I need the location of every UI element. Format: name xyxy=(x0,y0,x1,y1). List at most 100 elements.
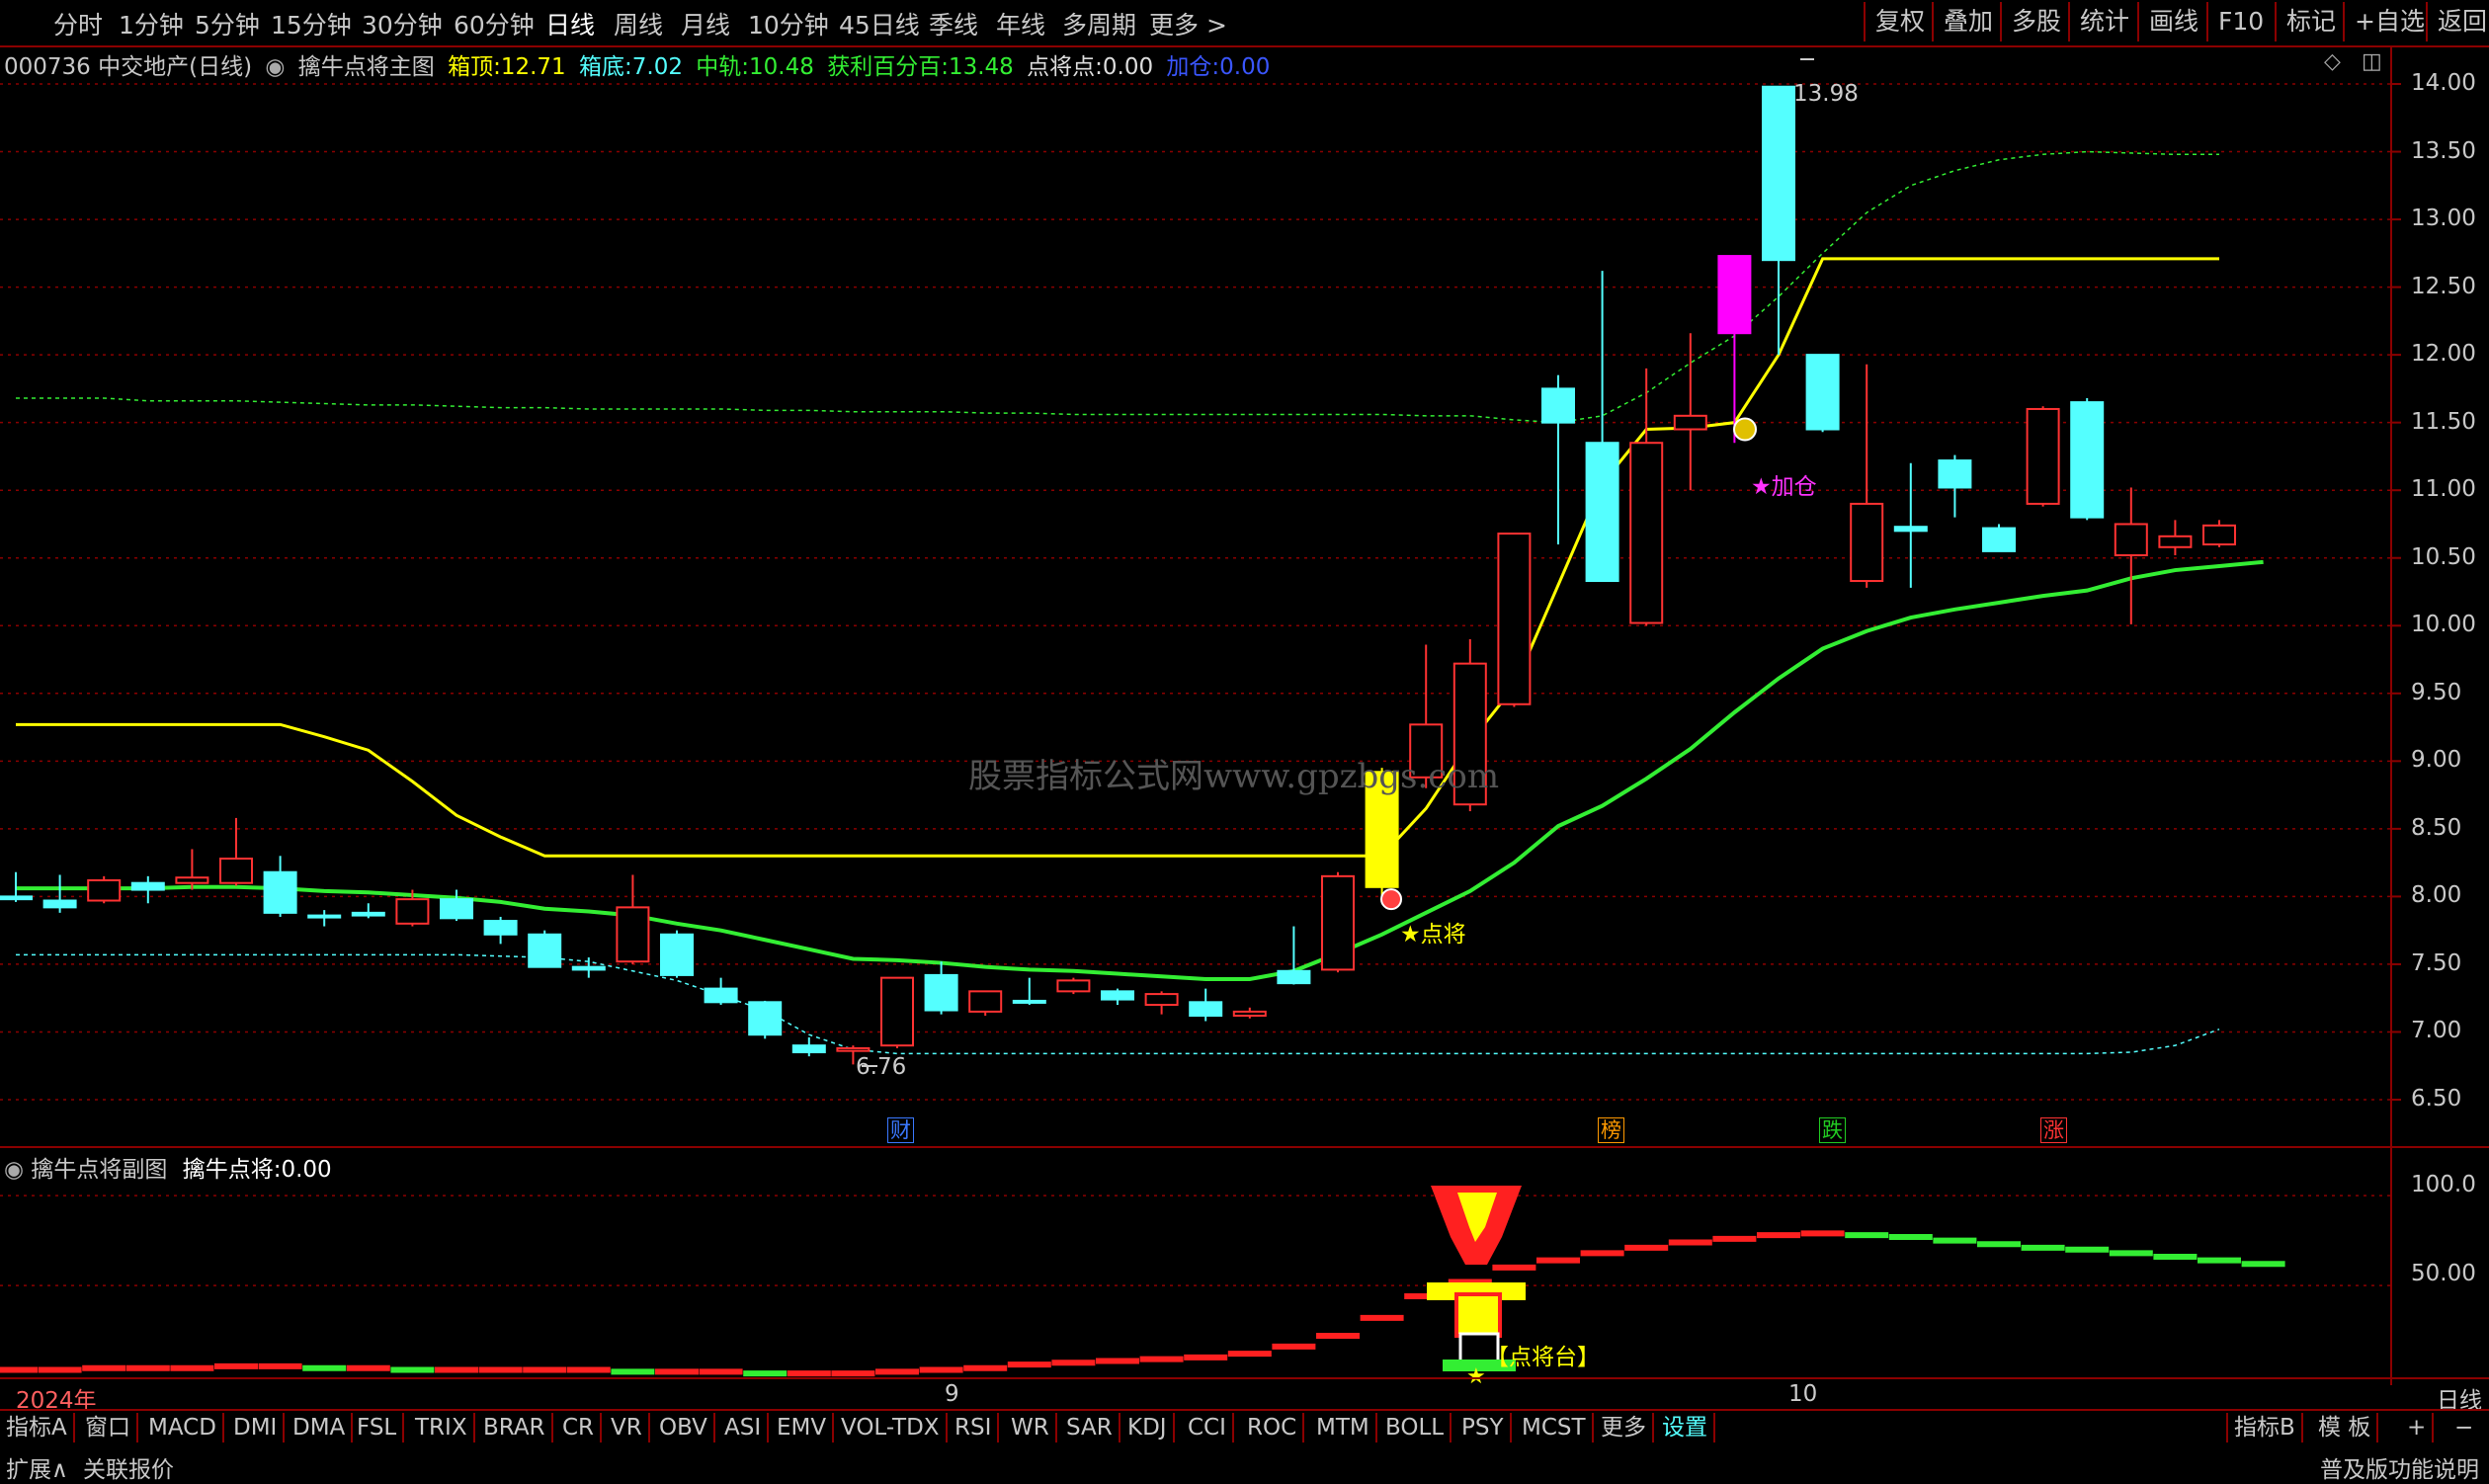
zoom-out-button[interactable]: − xyxy=(2448,1413,2479,1443)
sub-grid xyxy=(0,1195,2391,1286)
tab-1min[interactable]: 1分钟 xyxy=(119,6,184,41)
indicator-b-button[interactable]: 指标B xyxy=(2226,1413,2303,1443)
statistics-button[interactable]: 统计 xyxy=(2068,2,2139,41)
profit-value: 13.48 xyxy=(948,54,1014,80)
candle-body xyxy=(1321,874,1355,971)
mark-button[interactable]: 标记 xyxy=(2275,2,2346,41)
tab-vr[interactable]: VR xyxy=(605,1413,650,1443)
related-quotes-button[interactable]: 关联报价 xyxy=(83,1450,174,1484)
tab-dma[interactable]: DMA xyxy=(287,1413,354,1443)
tab-boll[interactable]: BOLL xyxy=(1379,1413,1452,1443)
tab-trix[interactable]: TRIX xyxy=(409,1413,475,1443)
candle-body xyxy=(1629,442,1664,624)
edition-help-link[interactable]: 普及版功能说明 xyxy=(2320,1450,2479,1484)
candle-body xyxy=(263,870,297,914)
settings-button[interactable]: 设置 xyxy=(1656,1413,1715,1443)
tab-emv[interactable]: EMV xyxy=(771,1413,835,1443)
tab-10min[interactable]: 10分钟 xyxy=(748,6,829,41)
tab-weekly[interactable]: 周线 xyxy=(614,6,663,41)
tab-yearly[interactable]: 年线 xyxy=(996,6,1045,41)
tab-more[interactable]: 更多 > xyxy=(1149,6,1227,41)
tab-45day[interactable]: 45日线 xyxy=(839,6,920,41)
candle-body xyxy=(880,976,914,1047)
marker-rise[interactable]: 涨 xyxy=(2040,1117,2067,1143)
price-axis-label: 9.50 xyxy=(2411,679,2462,705)
sub-title[interactable]: 擒牛点将副图 xyxy=(31,1157,167,1183)
candlesticks xyxy=(0,58,2236,1067)
candle-body xyxy=(1893,526,1928,533)
tab-mtm[interactable]: MTM xyxy=(1310,1413,1377,1443)
f10-button[interactable]: F10 xyxy=(2206,2,2274,41)
overlay-button[interactable]: 叠加 xyxy=(1932,2,2003,41)
tab-psy[interactable]: PSY xyxy=(1455,1413,1512,1443)
candle-body xyxy=(1717,255,1752,335)
tab-daily[interactable]: 日线 xyxy=(545,6,595,41)
tab-sar[interactable]: SAR xyxy=(1060,1413,1120,1443)
window-button[interactable]: 窗口 xyxy=(79,1413,138,1443)
tab-mcst[interactable]: MCST xyxy=(1516,1413,1594,1443)
back-button[interactable]: 返回 xyxy=(2426,2,2489,41)
price-axis-label: 9.00 xyxy=(2411,747,2462,774)
candle-body xyxy=(2158,535,2193,548)
sub-indicator-info: ◉ 擒牛点将副图 擒牛点将:0.00 xyxy=(0,1150,332,1184)
template-button[interactable]: 模 板 xyxy=(2312,1413,2379,1443)
tab-macd[interactable]: MACD xyxy=(142,1413,224,1443)
marker-finance[interactable]: 财 xyxy=(887,1117,914,1143)
mid-label: 中轨: xyxy=(696,54,750,80)
time-label-sep: 9 xyxy=(945,1381,959,1407)
tab-15min[interactable]: 15分钟 xyxy=(271,6,352,41)
candle-body xyxy=(1850,502,1884,583)
tab-monthly[interactable]: 月线 xyxy=(681,6,730,41)
multi-stock-button[interactable]: 多股 xyxy=(2000,2,2071,41)
main-price-chart[interactable] xyxy=(0,47,2489,1148)
collapse-icon[interactable]: ◉ xyxy=(265,54,285,80)
tab-vol-tdx[interactable]: VOL-TDX xyxy=(835,1413,948,1443)
expand-button[interactable]: 扩展∧ xyxy=(6,1450,68,1484)
tab-roc[interactable]: ROC xyxy=(1241,1413,1305,1443)
indicator-a-button[interactable]: 指标A xyxy=(0,1413,75,1443)
sub-indicator-chart[interactable]: ★ xyxy=(0,1148,2489,1385)
more-indicators-button[interactable]: 更多 xyxy=(1595,1413,1654,1443)
tab-fsl[interactable]: FSL xyxy=(351,1413,405,1443)
tab-wr[interactable]: WR xyxy=(1005,1413,1057,1443)
add-value: 0.00 xyxy=(1219,54,1271,80)
tab-cci[interactable]: CCI xyxy=(1182,1413,1234,1443)
draw-line-button[interactable]: 画线 xyxy=(2137,2,2208,41)
candle-body xyxy=(351,911,385,917)
tab-5min[interactable]: 5分钟 xyxy=(195,6,260,41)
sub-collapse-icon[interactable]: ◉ xyxy=(4,1157,24,1183)
candle-body xyxy=(571,965,606,971)
add-watchlist-button[interactable]: +自选 xyxy=(2343,2,2435,41)
candle-body xyxy=(1673,414,1707,431)
zoom-in-button[interactable]: + xyxy=(2401,1413,2435,1443)
tab-cr[interactable]: CR xyxy=(556,1413,603,1443)
tab-dmi[interactable]: DMI xyxy=(227,1413,286,1443)
indicator-name[interactable]: 擒牛点将主图 xyxy=(298,54,435,80)
window-toggle-icon[interactable]: ◫ xyxy=(2362,49,2382,74)
candle-body xyxy=(924,973,958,1012)
sub-value-label: 擒牛点将: xyxy=(182,1157,282,1183)
watermark: 股票指标公式网www.gpzbgs.com xyxy=(968,757,1500,796)
price-axis-label: 8.50 xyxy=(2411,814,2462,841)
tab-rsi[interactable]: RSI xyxy=(949,1413,1000,1443)
tab-kdj[interactable]: KDJ xyxy=(1121,1413,1175,1443)
marker-list[interactable]: 榜 xyxy=(1598,1117,1624,1143)
sub-axis-50: 50.00 xyxy=(2411,1261,2476,1286)
tab-fenshi[interactable]: 分时 xyxy=(53,6,103,41)
tab-quarterly[interactable]: 季线 xyxy=(929,6,978,41)
tab-multiperiod[interactable]: 多周期 xyxy=(1062,6,1136,41)
dianjiangtai-label: 【点将台】 xyxy=(1486,1345,1600,1370)
tab-30min[interactable]: 30分钟 xyxy=(362,6,443,41)
marker-fall[interactable]: 跌 xyxy=(1819,1117,1846,1143)
time-axis: 2024年 9 10 日线 xyxy=(0,1377,2489,1414)
candle-body xyxy=(1938,459,1972,489)
tab-60min[interactable]: 60分钟 xyxy=(454,6,535,41)
tab-obv[interactable]: OBV xyxy=(653,1413,715,1443)
tab-brar[interactable]: BRAR xyxy=(477,1413,553,1443)
restore-rights-button[interactable]: 复权 xyxy=(1864,2,1935,41)
diamond-icon[interactable]: ◇ xyxy=(2324,49,2341,74)
tab-asi[interactable]: ASI xyxy=(718,1413,770,1443)
candle-body xyxy=(528,933,562,968)
money-bag-icon xyxy=(1733,417,1757,442)
signal-box-icon xyxy=(1454,1292,1502,1338)
